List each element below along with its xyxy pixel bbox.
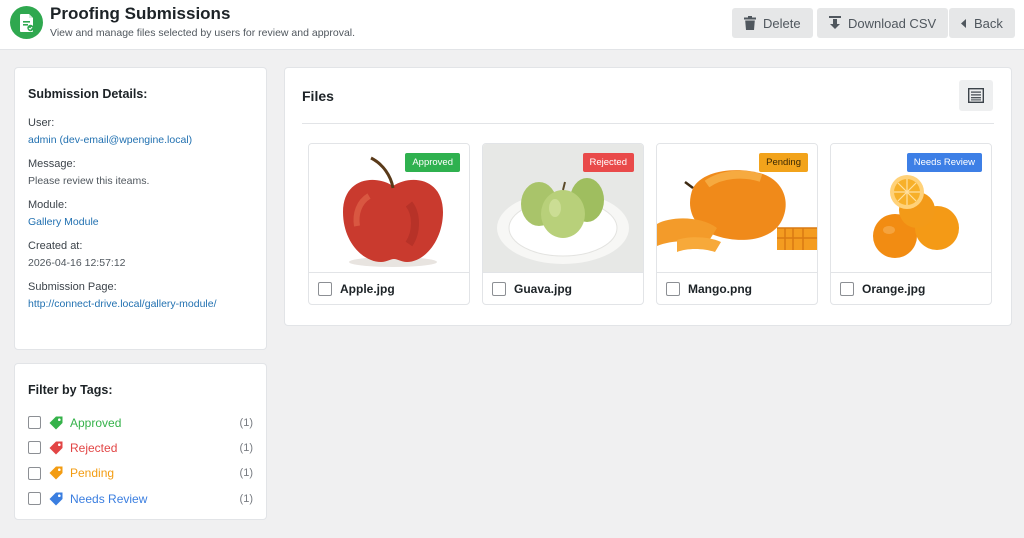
message-field: Message: Please review this iteams. bbox=[28, 158, 253, 187]
status-badge: Approved bbox=[405, 153, 460, 172]
apple-image: Approved bbox=[309, 144, 469, 272]
submission-page-label: Submission Page: bbox=[28, 281, 117, 293]
tag-filter-needs-review[interactable]: Needs Review (1) bbox=[28, 486, 253, 511]
tag-label: Rejected bbox=[70, 440, 118, 455]
message-label: Message: bbox=[28, 158, 76, 170]
delete-button[interactable]: Delete bbox=[732, 8, 813, 38]
page-title: Proofing Submissions bbox=[50, 4, 231, 23]
caret-left-icon bbox=[961, 18, 967, 28]
user-link[interactable]: admin (dev-email@wpengine.local) bbox=[28, 134, 253, 146]
list-view-button[interactable] bbox=[959, 80, 993, 111]
files-header: Files bbox=[302, 68, 994, 124]
filter-heading: Filter by Tags: bbox=[28, 383, 113, 397]
page-subtitle: View and manage files selected by users … bbox=[50, 27, 356, 39]
submission-details-panel: Submission Details: User: admin (dev-ema… bbox=[14, 67, 267, 350]
file-checkbox[interactable] bbox=[318, 282, 332, 296]
tag-icon bbox=[49, 492, 63, 506]
download-csv-button[interactable]: Download CSV bbox=[817, 8, 949, 38]
tag-icon bbox=[49, 441, 63, 455]
status-badge: Needs Review bbox=[906, 153, 982, 172]
tag-count: (1) bbox=[239, 467, 253, 480]
status-badge: Rejected bbox=[582, 153, 634, 172]
tag-label: Needs Review bbox=[70, 491, 148, 506]
file-name: Mango.png bbox=[688, 282, 752, 296]
created-field: Created at: 2026-04-16 12:57:12 bbox=[28, 240, 253, 269]
list-view-icon bbox=[968, 88, 984, 103]
submission-page-link[interactable]: http://connect-drive.local/gallery-modul… bbox=[28, 298, 253, 310]
download-icon bbox=[829, 16, 841, 30]
submission-details-heading: Submission Details: bbox=[28, 87, 148, 101]
tag-icon bbox=[49, 416, 63, 430]
file-name: Guava.jpg bbox=[514, 282, 573, 296]
tag-label: Pending bbox=[70, 466, 115, 481]
back-label: Back bbox=[974, 15, 1003, 31]
file-name: Orange.jpg bbox=[862, 282, 926, 296]
guava-image: Rejected bbox=[483, 144, 643, 272]
files-grid: Approved Apple.jpg Rejected Guava.jpg Pe… bbox=[308, 143, 992, 305]
file-card-footer: Apple.jpg bbox=[309, 272, 469, 304]
module-field: Module: Gallery Module bbox=[28, 199, 253, 228]
trash-icon bbox=[744, 16, 756, 30]
files-heading: Files bbox=[302, 87, 334, 104]
created-label: Created at: bbox=[28, 240, 83, 252]
status-badge: Pending bbox=[759, 153, 808, 172]
tag-checkbox[interactable] bbox=[28, 492, 41, 506]
tag-count: (1) bbox=[239, 416, 253, 429]
tag-label: Approved bbox=[70, 415, 122, 430]
file-card-mango[interactable]: Pending Mango.png bbox=[656, 143, 818, 305]
user-label: User: bbox=[28, 117, 55, 129]
tag-filter-rejected[interactable]: Rejected (1) bbox=[28, 435, 253, 460]
file-card-footer: Mango.png bbox=[657, 272, 817, 304]
filter-by-tags-panel: Filter by Tags: Approved (1) Rejected (1… bbox=[14, 363, 267, 520]
message-value: Please review this iteams. bbox=[28, 175, 150, 187]
file-card-guava[interactable]: Rejected Guava.jpg bbox=[482, 143, 644, 305]
file-card-apple[interactable]: Approved Apple.jpg bbox=[308, 143, 470, 305]
tag-checkbox[interactable] bbox=[28, 416, 41, 430]
module-link[interactable]: Gallery Module bbox=[28, 216, 253, 228]
orange-image: Needs Review bbox=[831, 144, 991, 272]
tag-icon bbox=[49, 466, 63, 480]
tag-filter-pending[interactable]: Pending (1) bbox=[28, 461, 253, 486]
submission-page-field: Submission Page: http://connect-drive.lo… bbox=[28, 281, 253, 310]
file-checkbox[interactable] bbox=[492, 282, 506, 296]
file-name: Apple.jpg bbox=[340, 282, 395, 296]
file-card-orange[interactable]: Needs Review Orange.jpg bbox=[830, 143, 992, 305]
proofing-document-icon bbox=[10, 6, 43, 39]
tag-checkbox[interactable] bbox=[28, 466, 41, 480]
page-header: Proofing Submissions View and manage fil… bbox=[0, 0, 1024, 50]
file-card-footer: Orange.jpg bbox=[831, 272, 991, 304]
file-checkbox[interactable] bbox=[840, 282, 854, 296]
delete-label: Delete bbox=[763, 15, 801, 31]
files-panel: Files Approved Apple.jpg Rejected Guava.… bbox=[284, 67, 1012, 326]
tag-filter-approved[interactable]: Approved (1) bbox=[28, 410, 253, 435]
user-field: User: admin (dev-email@wpengine.local) bbox=[28, 117, 253, 146]
back-button[interactable]: Back bbox=[949, 8, 1015, 38]
created-value: 2026-04-16 12:57:12 bbox=[28, 257, 126, 269]
tag-count: (1) bbox=[239, 492, 253, 505]
module-label: Module: bbox=[28, 199, 68, 211]
mango-image: Pending bbox=[657, 144, 817, 272]
file-card-footer: Guava.jpg bbox=[483, 272, 643, 304]
tag-count: (1) bbox=[239, 441, 253, 454]
file-checkbox[interactable] bbox=[666, 282, 680, 296]
tag-checkbox[interactable] bbox=[28, 441, 41, 455]
download-csv-label: Download CSV bbox=[848, 15, 937, 31]
